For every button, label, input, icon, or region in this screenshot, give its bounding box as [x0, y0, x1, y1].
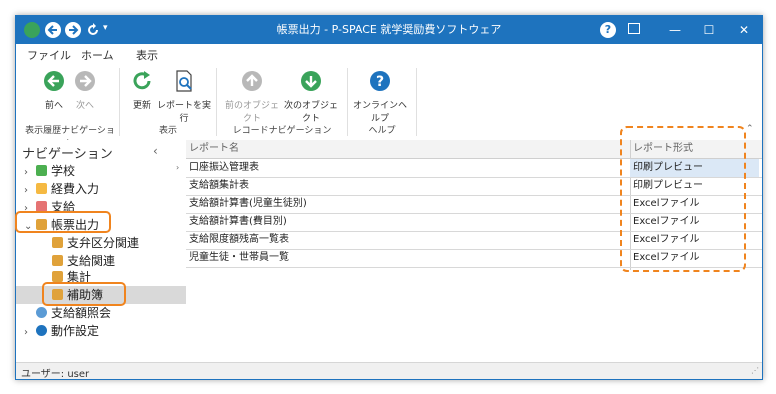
- back-button[interactable]: 前へ: [38, 70, 70, 111]
- highlight-report-format-column: [620, 126, 746, 272]
- report-name-cell: 口座振込管理表: [189, 162, 259, 173]
- down-arrow-icon: [301, 71, 321, 91]
- refresh-quick-icon[interactable]: [85, 22, 101, 38]
- gear-icon: [36, 325, 47, 336]
- school-icon: [36, 165, 47, 176]
- back-quick-icon[interactable]: [45, 22, 61, 38]
- help-icon[interactable]: ?: [600, 22, 616, 38]
- group-label-record: レコードナビゲーション: [232, 126, 332, 136]
- tab-view[interactable]: 表示: [136, 47, 158, 63]
- navigation-pane: ナビゲーション ‹ › 学校 › 経費入力 › 支給 ⌄ 帳票出力 支弁区分関連 支給関…: [16, 140, 187, 362]
- help-circle-icon: ?: [370, 71, 390, 91]
- group-separator: [416, 68, 417, 136]
- report-name-cell: 支給限度額残高一覧表: [189, 234, 289, 245]
- back-icon: [44, 71, 64, 91]
- column-header-report-name[interactable]: レポート名: [186, 140, 239, 158]
- svg-text:?: ?: [376, 74, 384, 90]
- nav-item-settings[interactable]: › 動作設定: [24, 322, 99, 340]
- maximize-button[interactable]: ☐: [692, 16, 726, 44]
- layout-icon[interactable]: [628, 23, 640, 34]
- forward-icon: [75, 71, 95, 91]
- run-report-button[interactable]: レポートを実行: [156, 70, 212, 124]
- report-search-icon: [176, 70, 192, 92]
- status-bar: ユーザー: user ⋰: [16, 362, 762, 380]
- app-icon: [24, 22, 40, 38]
- search-icon: [36, 307, 47, 318]
- report-icon: [52, 271, 63, 282]
- group-label-view: 表示: [158, 126, 177, 136]
- nav-item-category[interactable]: 支弁区分関連: [52, 234, 139, 252]
- title-bar: 帳票出力 - P-SPACE 就学奨励費ソフトウェア ▾ ? — ☐ ✕: [16, 16, 762, 44]
- navigation-title: ナビゲーション: [22, 147, 113, 162]
- next-object-button[interactable]: 次のオブジェクト: [282, 70, 340, 124]
- nav-item-amount-inquiry[interactable]: 支給額照会: [36, 304, 111, 322]
- status-user: ユーザー: user: [21, 369, 90, 380]
- report-name-cell: 児童生徒・世帯員一覧: [189, 252, 289, 263]
- report-icon: [52, 237, 63, 248]
- collapse-pane-icon[interactable]: ‹: [153, 144, 158, 158]
- expand-chevron-icon[interactable]: ›: [24, 324, 36, 342]
- report-name-cell: 支給額計算書(児童生徒別): [189, 198, 307, 209]
- row-indicator-icon: ›: [176, 163, 180, 172]
- group-separator: [216, 68, 217, 136]
- highlight-ledger: [42, 282, 126, 306]
- highlight-report-output: [15, 211, 111, 233]
- report-icon: [52, 255, 63, 266]
- customize-dropdown-icon[interactable]: ▾: [103, 23, 108, 33]
- nav-item-expenses[interactable]: › 経費入力: [24, 180, 99, 198]
- collapse-ribbon-icon[interactable]: ⌃: [746, 124, 754, 134]
- online-help-button[interactable]: ? オンラインヘルプ: [351, 70, 409, 124]
- refresh-icon: [133, 71, 151, 90]
- nav-item-school[interactable]: › 学校: [24, 162, 75, 180]
- up-arrow-icon: [242, 71, 262, 91]
- resize-grip-icon[interactable]: ⋰: [751, 366, 759, 375]
- report-name-cell: 支給額計算書(費目別): [189, 216, 287, 227]
- ribbon-tabs: ファイル ホーム 表示: [16, 44, 762, 66]
- close-button[interactable]: ✕: [727, 16, 761, 44]
- refresh-button[interactable]: 更新: [126, 70, 158, 111]
- tab-file[interactable]: ファイル: [27, 47, 71, 63]
- minimize-button[interactable]: —: [658, 16, 692, 44]
- group-label-help: ヘルプ: [368, 126, 396, 136]
- forward-quick-icon[interactable]: [65, 22, 81, 38]
- report-name-cell: 支給額集計表: [189, 180, 249, 191]
- folder-icon: [36, 183, 47, 194]
- prev-object-button[interactable]: 前のオブジェクト: [223, 70, 281, 124]
- forward-button[interactable]: 次へ: [69, 70, 101, 111]
- window-title: 帳票出力 - P-SPACE 就学奨励費ソフトウェア: [276, 23, 502, 36]
